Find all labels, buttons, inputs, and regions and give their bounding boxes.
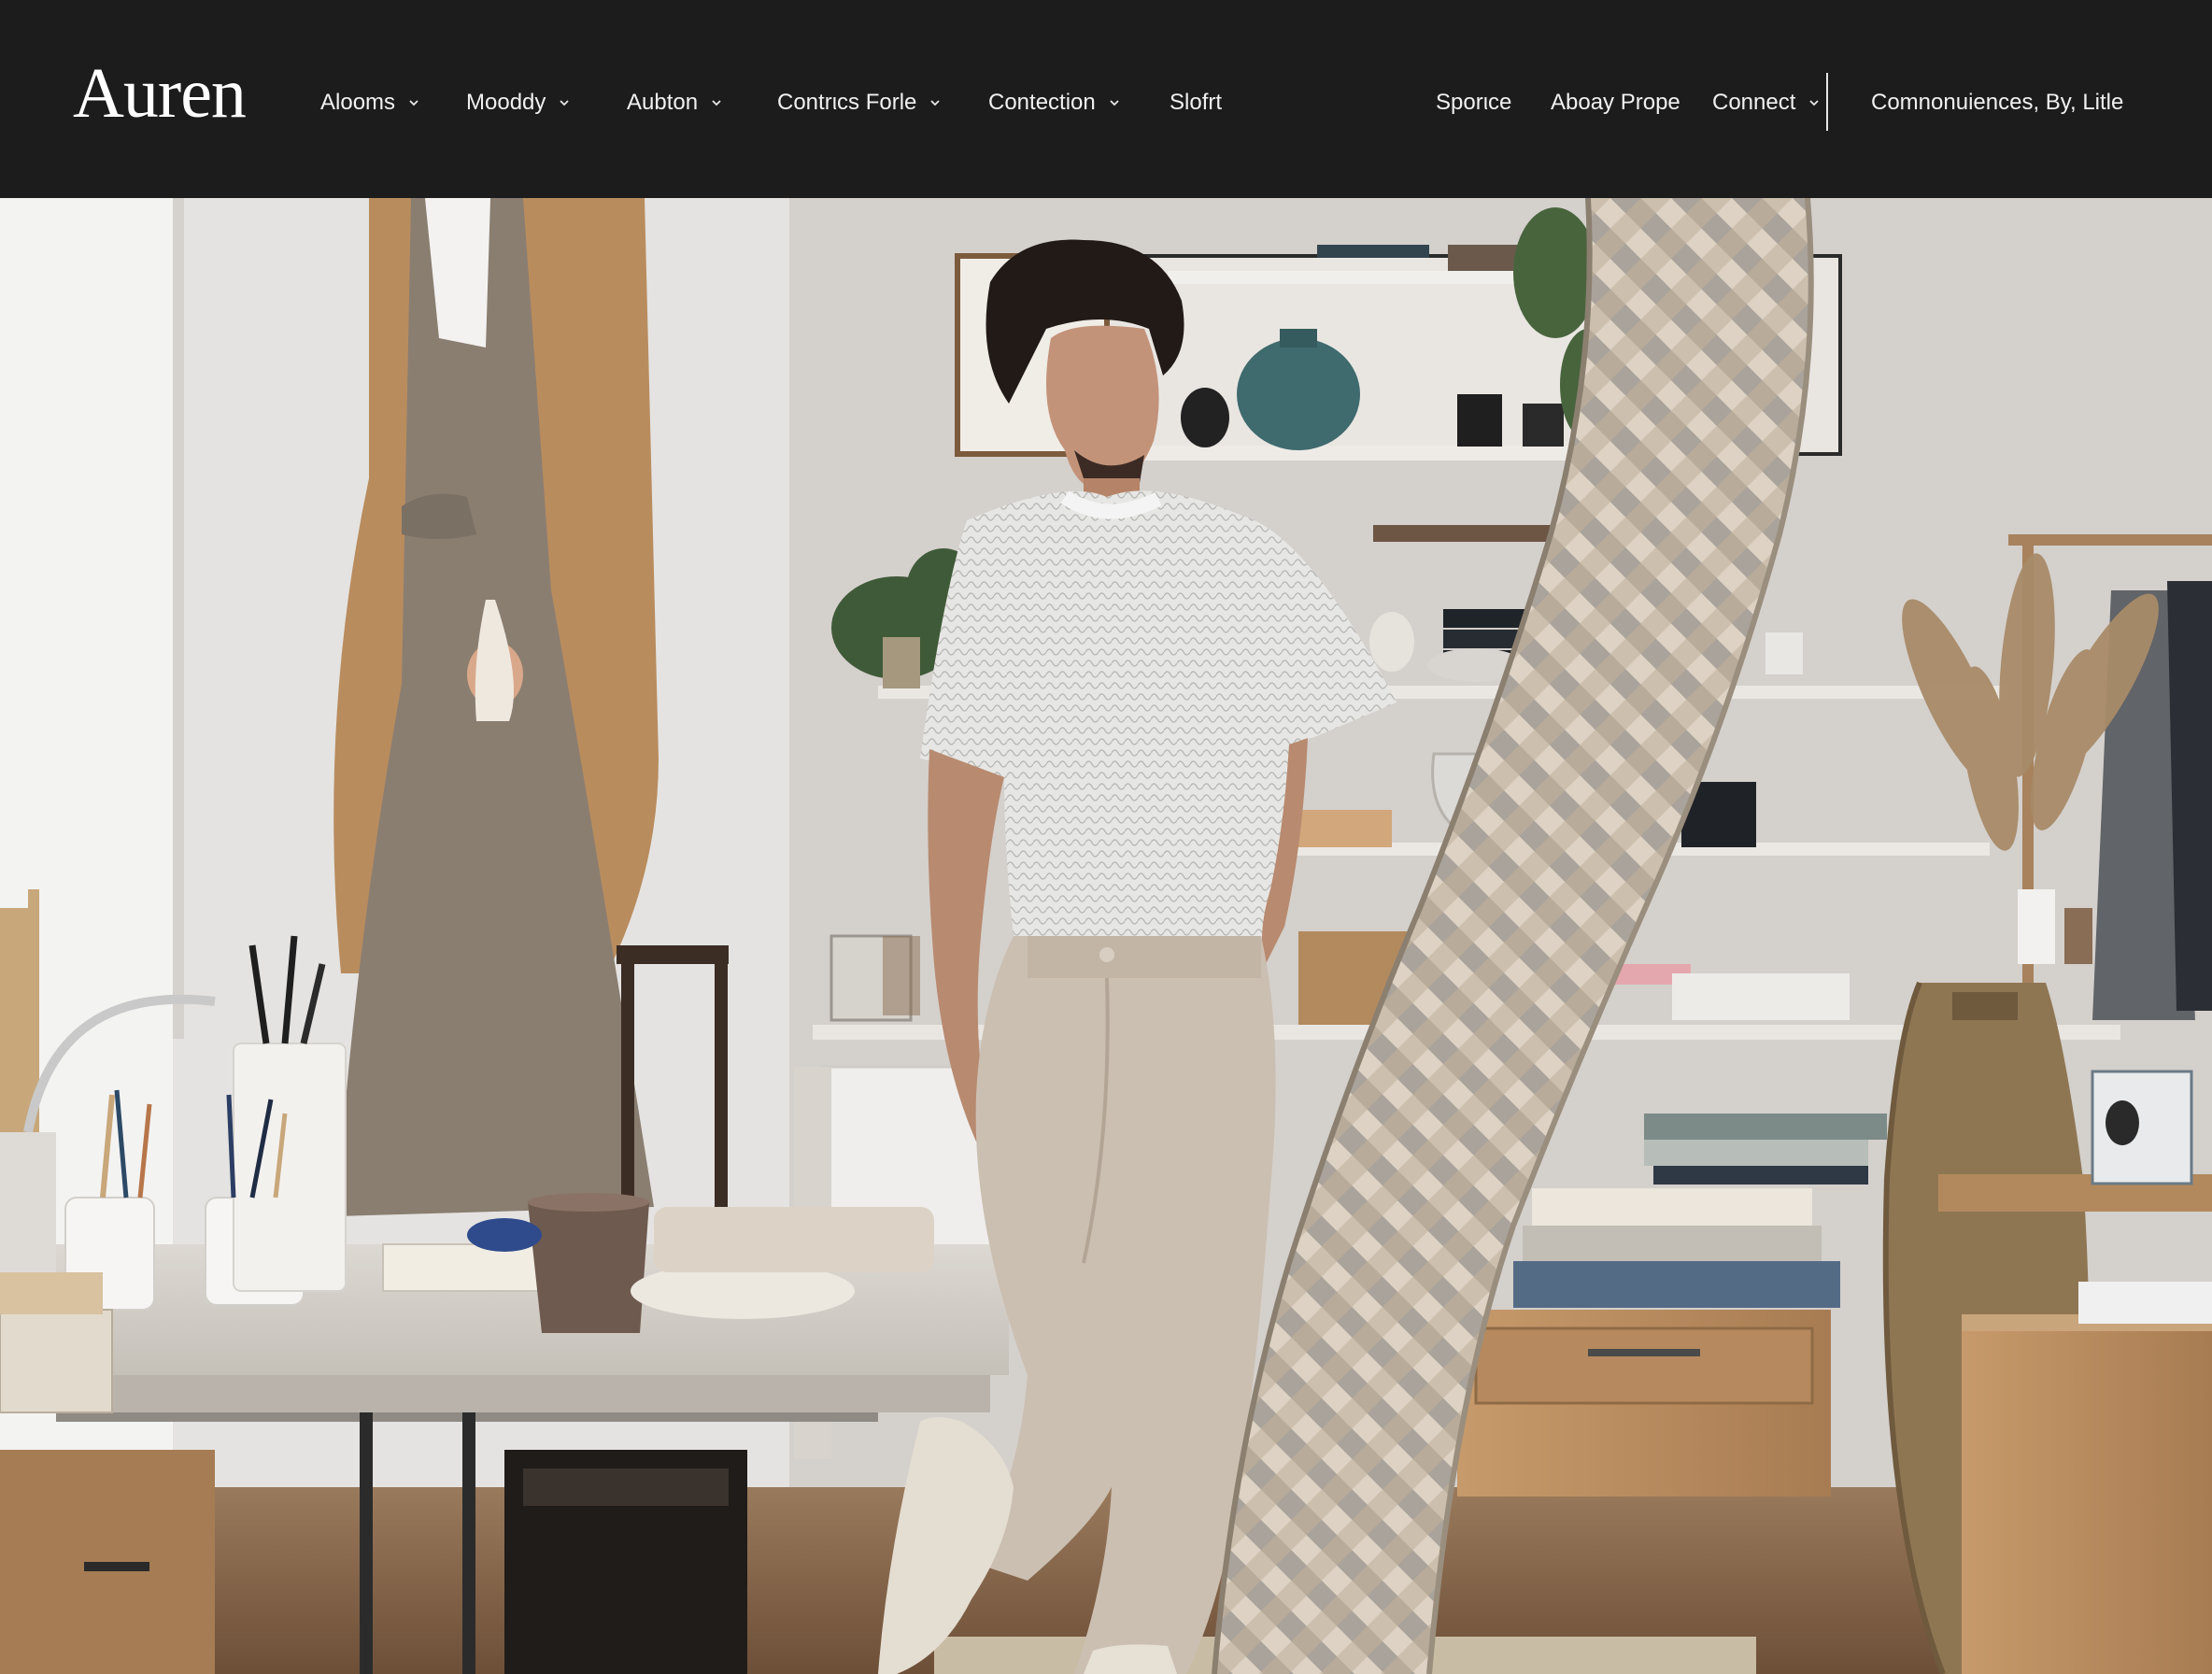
nav-item-label: Aboay Prope: [1551, 90, 1680, 115]
nav-item-slofrt[interactable]: Slofrt: [1170, 88, 1222, 118]
nav-item-label: Aubton: [627, 90, 699, 115]
chevron-down-icon: [408, 97, 419, 108]
nav-item-label: Contrιcs Forle: [777, 90, 917, 115]
nav-item-contrics-forle[interactable]: Contrιcs Forle: [777, 88, 941, 118]
chevron-down-icon: [1109, 97, 1120, 108]
hero-image: [0, 198, 2212, 1674]
nav-item-label: Contection: [988, 90, 1096, 115]
nav-item-label: Sporιce: [1436, 90, 1512, 115]
page: Auren Alooms Mooddy Aubton Contrιcs Forl…: [0, 0, 2212, 1674]
hero-scene: [0, 198, 2212, 1674]
standing-model: [333, 198, 659, 1216]
account-link[interactable]: Comnonuiences, By, Litle: [1871, 88, 2123, 118]
top-navigation: Auren Alooms Mooddy Aubton Contrιcs Forl…: [0, 0, 2212, 198]
chevron-down-icon: [929, 97, 941, 108]
nav-item-aboay-prope[interactable]: Aboay Prope: [1551, 88, 1680, 118]
nav-item-aubton[interactable]: Aubton: [627, 88, 722, 118]
nav-item-label: Slofrt: [1170, 90, 1223, 115]
nav-item-mooddy[interactable]: Mooddy: [466, 88, 570, 118]
nav-item-label: Mooddy: [466, 90, 546, 115]
nav-item-contection[interactable]: Contection: [988, 88, 1120, 118]
brand-logo[interactable]: Auren: [73, 58, 247, 129]
chevron-down-icon: [711, 97, 722, 108]
nav-divider: [1826, 73, 1828, 131]
nav-item-label: Alooms: [320, 90, 396, 115]
chevron-down-icon: [559, 97, 570, 108]
nav-item-connect[interactable]: Connect: [1712, 88, 1820, 118]
account-link-label: Comnonuiences, By, Litle: [1871, 90, 2124, 115]
nav-item-alooms[interactable]: Alooms: [320, 88, 419, 118]
nav-item-label: Connect: [1712, 90, 1796, 115]
nav-item-sporice[interactable]: Sporιce: [1436, 88, 1511, 118]
chevron-down-icon: [1808, 97, 1820, 108]
